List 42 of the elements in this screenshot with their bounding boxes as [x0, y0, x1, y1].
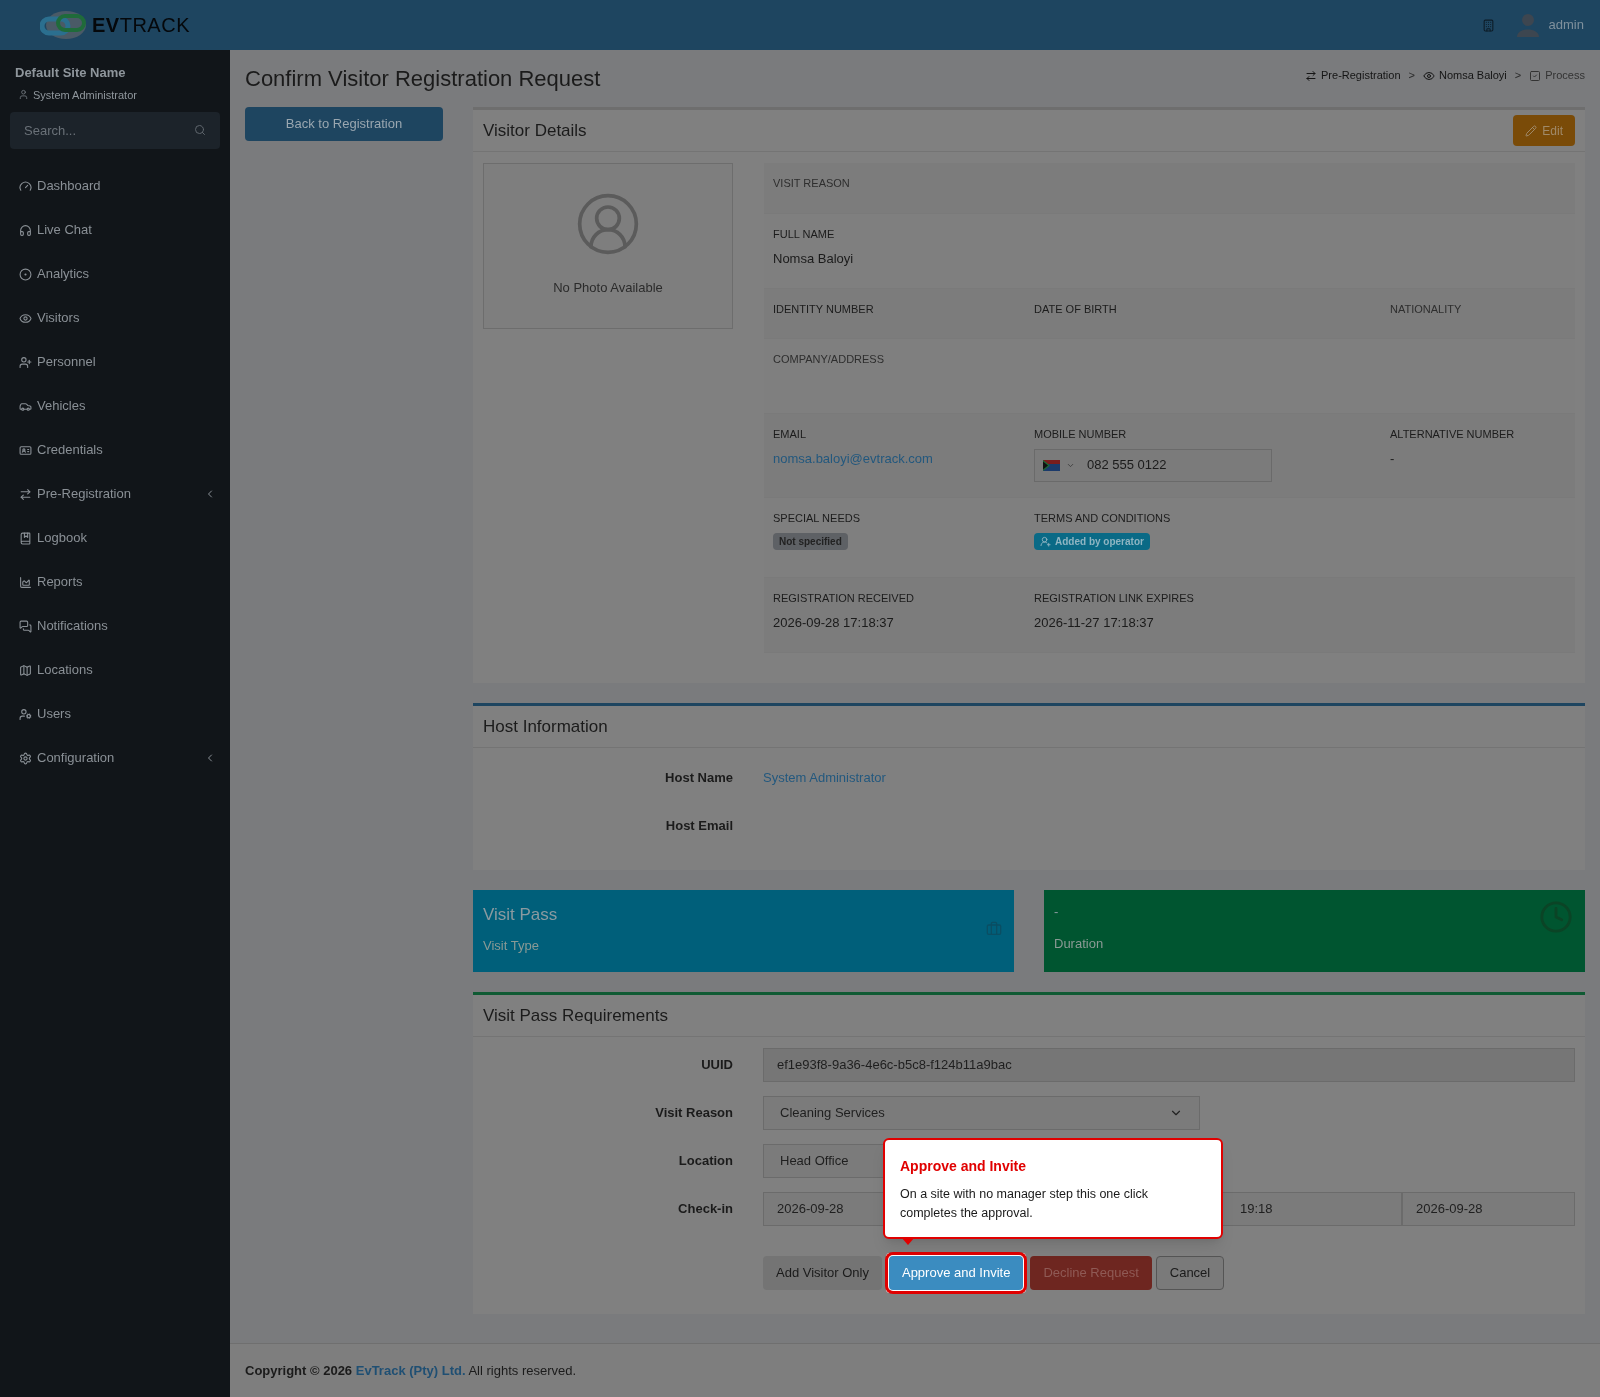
- breadcrumb-separator: >: [1514, 68, 1522, 84]
- page-title: Confirm Visitor Registration Request: [245, 65, 601, 93]
- field-label: DATE OF BIRTH: [1034, 302, 1118, 317]
- user-role: System Administrator: [33, 87, 137, 103]
- form-label: Visit Reason: [654, 1104, 734, 1123]
- tile-title: Visit Pass: [483, 904, 558, 926]
- field-label: NATIONALITY: [1390, 302, 1463, 317]
- field-label: IDENTITY NUMBER: [773, 302, 875, 317]
- form-label: UUID: [700, 1056, 734, 1075]
- field-label: SPECIAL NEEDS: [773, 511, 861, 526]
- breadcrumb-separator: >: [1408, 68, 1415, 84]
- field-value: Nomsa Baloyi: [773, 249, 855, 268]
- tooltip-title: Approve and Invite: [900, 1157, 1028, 1176]
- card-title: Host Information: [483, 715, 608, 738]
- field-value: 2026-09-28 17:18:37: [773, 613, 895, 632]
- tooltip-text: On a site with no manager step this one click completes the approval.: [900, 1186, 1150, 1222]
- card-title: Visit Pass Requirements: [483, 1004, 668, 1027]
- field-label: REGISTRATION RECEIVED: [773, 591, 915, 606]
- tile-title: -: [1054, 903, 1059, 921]
- brand-name: EVTRACK: [92, 13, 190, 38]
- field-label: VISIT REASON: [773, 176, 851, 191]
- operator-badge: Added by operator: [1034, 532, 1150, 550]
- card-title: Visitor Details: [483, 119, 587, 142]
- field-label: TERMS AND CONDITIONS: [1034, 511, 1172, 526]
- form-label: Host Name: [664, 769, 734, 788]
- copyright-text: Copyright © 2026 EvTrack (Pty) Ltd. All rights reserved.: [245, 1361, 577, 1380]
- photo-caption: No Photo Available: [553, 279, 663, 297]
- field-value: 2026-11-27 17:18:37: [1034, 613, 1155, 632]
- tile-subtitle: Duration: [1054, 934, 1104, 953]
- form-label: Location: [677, 1152, 734, 1171]
- site-name: Default Site Name: [15, 64, 127, 82]
- form-label: Host Email: [664, 817, 734, 836]
- field-label: COMPANY/ADDRESS: [773, 352, 886, 367]
- field-label: EMAIL: [773, 427, 807, 442]
- form-label: Check-in: [677, 1200, 734, 1219]
- field-label: REGISTRATION LINK EXPIRES: [1034, 591, 1195, 606]
- field-value: -: [1390, 449, 1396, 468]
- field-label: ALTERNATIVE NUMBER: [1390, 427, 1516, 442]
- field-label: MOBILE NUMBER: [1034, 427, 1128, 442]
- field-label: FULL NAME: [773, 227, 836, 242]
- tile-subtitle: Visit Type: [483, 936, 539, 955]
- status-badge: Not specified: [773, 532, 848, 550]
